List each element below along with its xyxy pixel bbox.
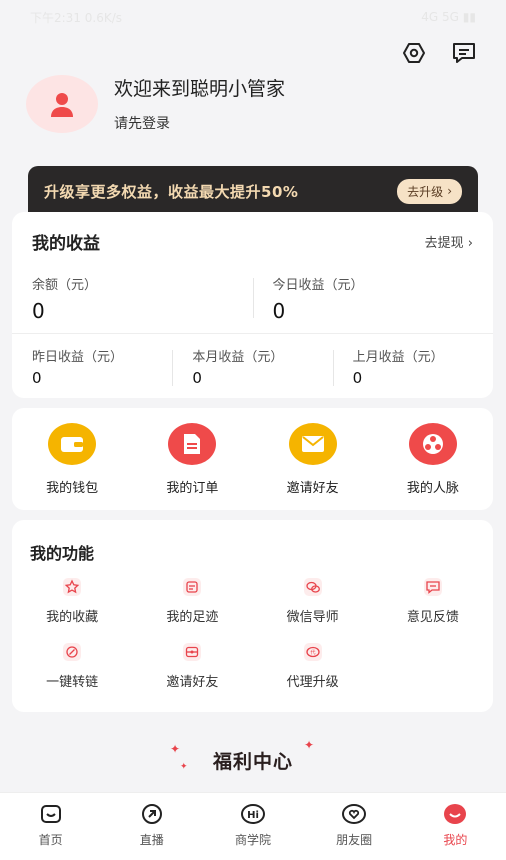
link-icon: [61, 641, 83, 663]
wallet-label: 我的钱包: [46, 480, 99, 496]
tab-mine-label: 我的: [443, 833, 468, 847]
month-value: 0: [192, 369, 202, 387]
agent-upgrade-button[interactable]: 代 代理升级: [253, 641, 373, 690]
star-icon: [61, 576, 83, 598]
earnings-card: 我的收益 去提现 › 余额（元） 0 今日收益（元） 0 昨日收益（元） 0 本…: [12, 212, 493, 398]
balance-label: 余额（元）: [32, 278, 98, 293]
svg-text:Hi: Hi: [247, 810, 259, 821]
mine-icon: [442, 801, 468, 827]
live-icon: [139, 801, 165, 827]
feedback-button[interactable]: 意见反馈: [373, 576, 493, 625]
home-icon: [38, 801, 64, 827]
welcome-text: 欢迎来到聪明小管家: [114, 78, 286, 100]
tab-moments-label: 朋友圈: [336, 833, 373, 847]
status-bar: 下午2:31 0.6K/s 4G 5G ▮▮: [0, 0, 506, 34]
upgrade-button-label: 去升级: [407, 184, 444, 199]
convert-link-label: 一键转链: [46, 675, 99, 690]
footprint-label: 我的足迹: [166, 610, 219, 625]
yesterday-label: 昨日收益（元）: [32, 350, 124, 365]
avatar[interactable]: [26, 74, 98, 133]
settings-icon[interactable]: [400, 40, 428, 66]
status-indicators: 4G 5G ▮▮: [421, 10, 476, 24]
last-month-value: 0: [352, 369, 363, 387]
favorites-label: 我的收藏: [46, 610, 99, 625]
invite-friends-button[interactable]: 邀请好友: [263, 422, 363, 496]
today-stat: 今日收益（元） 0: [252, 264, 494, 333]
tab-live-label: 直播: [139, 833, 164, 847]
order-icon: [168, 422, 217, 465]
tab-moments[interactable]: 朋友圈: [314, 801, 394, 848]
wechat-mentor-button[interactable]: 微信导师: [253, 576, 373, 625]
sparkle-icon: ✦: [180, 762, 188, 772]
feedback-label: 意见反馈: [406, 610, 459, 625]
wechat-icon: [302, 576, 324, 598]
profile-header[interactable]: 欢迎来到聪明小管家 请先登录: [26, 74, 285, 133]
moments-icon: [341, 801, 367, 827]
tab-mine[interactable]: 我的: [415, 801, 495, 848]
month-stat: 本月收益（元） 0: [172, 334, 332, 394]
wechat-mentor-label: 微信导师: [286, 610, 339, 625]
month-label: 本月收益（元）: [192, 350, 284, 365]
school-icon: Hi: [240, 801, 266, 827]
yesterday-value: 0: [32, 369, 42, 387]
today-value: 0: [272, 299, 286, 323]
orders-label: 我的订单: [166, 480, 219, 496]
balance-value: 0: [32, 299, 45, 323]
balance-stat: 余额（元） 0: [12, 264, 253, 333]
last-month-label: 上月收益（元）: [352, 350, 444, 365]
welfare-title: 福利中心: [212, 750, 293, 773]
network-button[interactable]: 我的人脉: [383, 422, 483, 496]
top-actions: [400, 40, 478, 66]
yesterday-stat: 昨日收益（元） 0: [12, 334, 172, 394]
withdraw-label: 去提现: [424, 235, 464, 251]
wallet-button[interactable]: 我的钱包: [22, 422, 122, 496]
network-icon: [408, 422, 457, 465]
status-time: 下午2:31 0.6K/s: [30, 10, 123, 25]
invite-label: 邀请好友: [166, 675, 219, 690]
upgrade-button[interactable]: 去升级 ›: [397, 178, 462, 204]
footprint-button[interactable]: 我的足迹: [132, 576, 252, 625]
vip-banner-text: 升级享更多权益，收益最大提升50%: [44, 182, 299, 201]
invite-icon: [181, 641, 203, 663]
mail-icon: [288, 422, 337, 465]
sparkle-icon: ✦: [303, 738, 314, 752]
tab-school-label: 商学院: [234, 833, 271, 847]
earnings-title: 我的收益: [32, 233, 100, 254]
functions-title: 我的功能: [30, 544, 95, 563]
wallet-icon: [48, 422, 97, 465]
vip-upgrade-banner[interactable]: 升级享更多权益，收益最大提升50% 去升级 ›: [28, 166, 478, 216]
agent-icon: 代: [302, 641, 324, 663]
tab-live[interactable]: 直播: [112, 801, 192, 848]
svg-text:代: 代: [310, 649, 315, 656]
tab-home[interactable]: 首页: [11, 801, 91, 848]
footprint-icon: [181, 576, 203, 598]
today-label: 今日收益（元）: [272, 278, 364, 293]
tab-school[interactable]: Hi 商学院: [213, 801, 293, 848]
sparkle-icon: ✦: [170, 742, 181, 756]
agent-upgrade-label: 代理升级: [286, 675, 339, 690]
quick-actions-card: 我的钱包 我的订单 邀请好友 我的人脉: [12, 408, 493, 510]
withdraw-link[interactable]: 去提现 ›: [425, 232, 473, 251]
welfare-center-heading[interactable]: ✦ ✦ 福利中心 ✦: [168, 738, 338, 782]
functions-card: 我的功能 我的收藏 我的足迹 微信导师 意见反馈 一键转链 邀请好友 代 代理升…: [12, 520, 493, 712]
invite-friends-label: 邀请好友: [286, 480, 339, 496]
login-link[interactable]: 请先登录: [114, 113, 285, 133]
last-month-stat: 上月收益（元） 0: [332, 334, 493, 394]
bottom-tab-bar: 首页 直播 Hi 商学院 朋友圈 我的: [0, 792, 506, 860]
message-icon[interactable]: [450, 40, 478, 66]
tab-home-label: 首页: [38, 833, 63, 847]
invite-button[interactable]: 邀请好友: [132, 641, 252, 690]
network-label: 我的人脉: [406, 480, 459, 496]
chevron-right-icon: ›: [447, 184, 452, 198]
feedback-icon: [422, 576, 444, 598]
convert-link-button[interactable]: 一键转链: [12, 641, 132, 690]
orders-button[interactable]: 我的订单: [142, 422, 242, 496]
favorites-button[interactable]: 我的收藏: [12, 576, 132, 625]
